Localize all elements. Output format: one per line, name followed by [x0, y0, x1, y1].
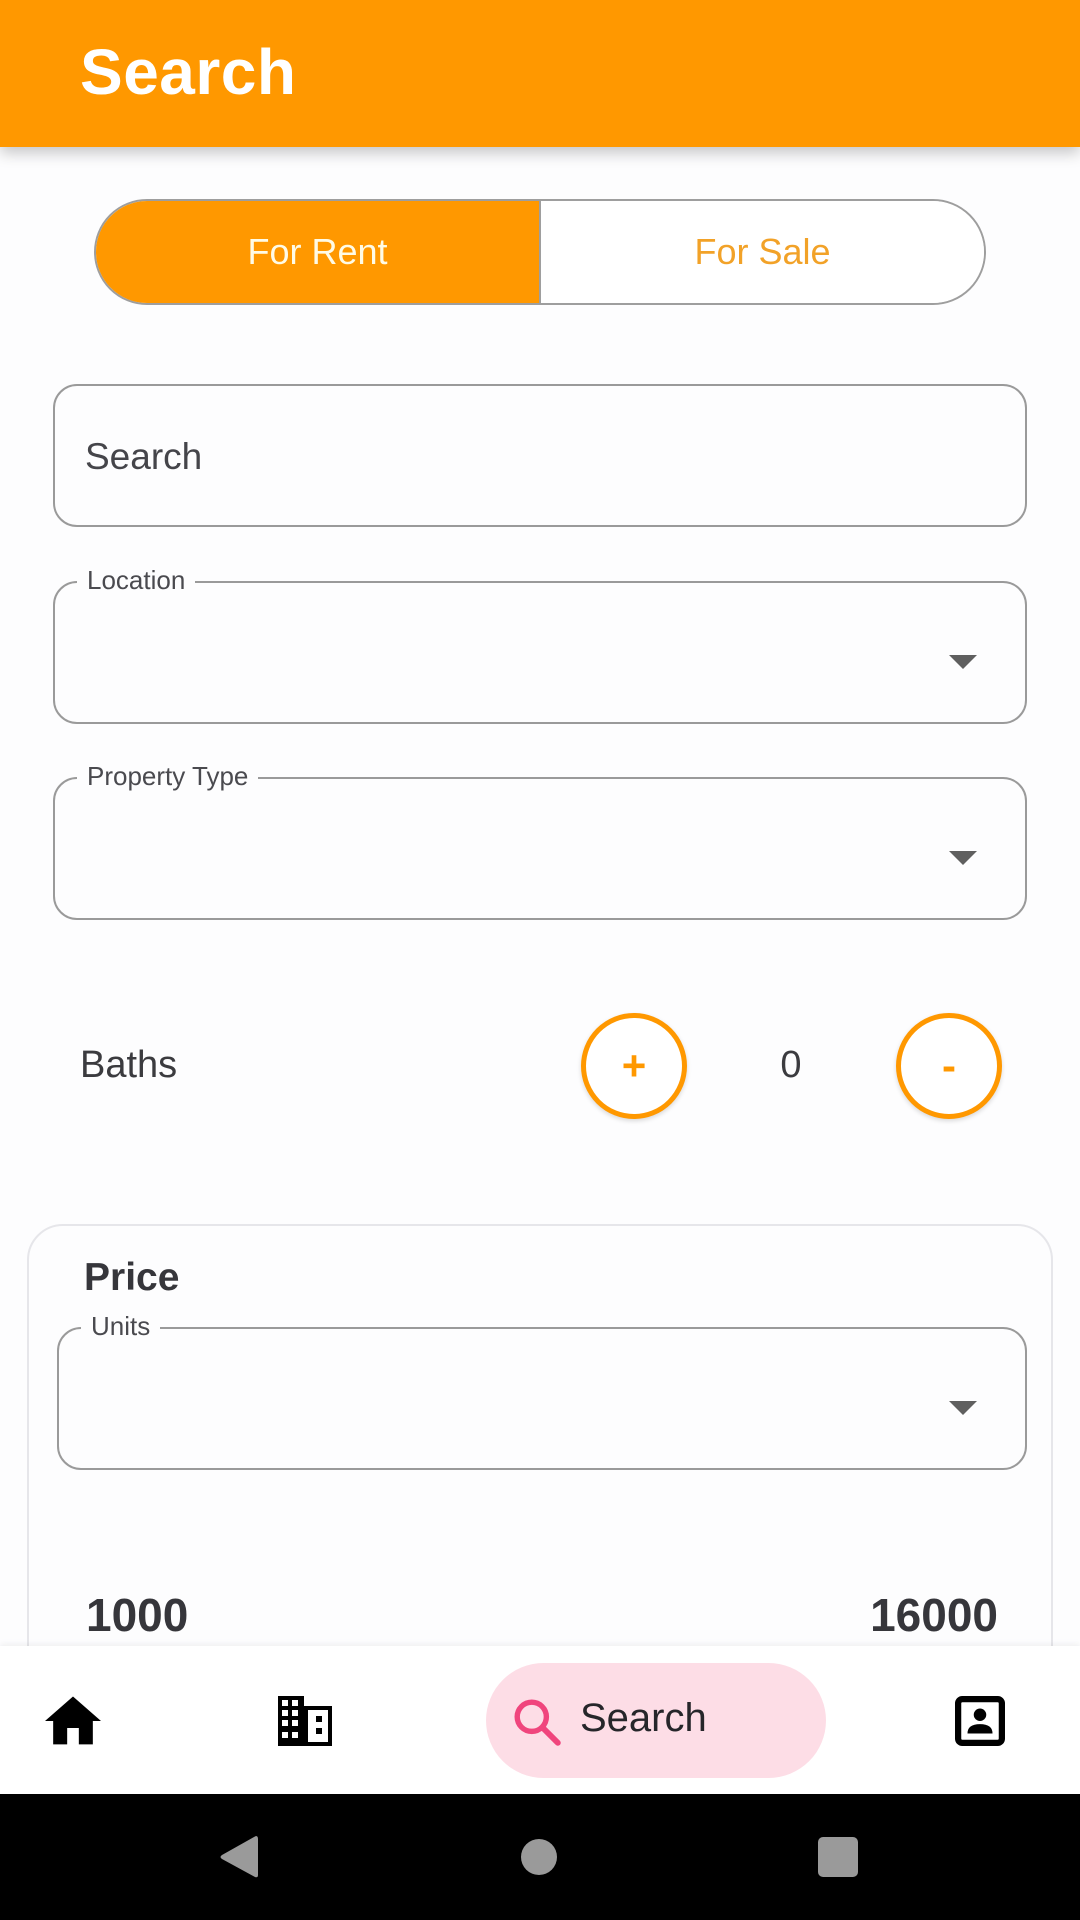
units-dropdown[interactable]: Units	[57, 1311, 1027, 1470]
price-range-min: 1000	[86, 1589, 189, 1641]
home-icon	[45, 1696, 101, 1745]
minus-icon: -	[942, 1042, 956, 1089]
nav-item-search[interactable]: Search	[486, 1663, 826, 1778]
dropdown-arrow-icon	[949, 655, 977, 669]
units-label: Units	[81, 1311, 161, 1341]
dropdown-arrow-icon	[949, 851, 977, 865]
building-icon	[278, 1696, 332, 1746]
plus-icon: +	[621, 1042, 647, 1089]
nav-item-properties[interactable]	[266, 1682, 344, 1760]
page-title: Search	[80, 36, 297, 108]
contact-portrait-icon	[955, 1696, 1005, 1746]
recents-icon[interactable]	[817, 1836, 859, 1878]
nav-search-label: Search	[580, 1696, 707, 1740]
bottom-navigation: Search	[0, 1646, 1080, 1794]
baths-label: Baths	[80, 1044, 178, 1086]
increment-baths-button[interactable]: +	[581, 1013, 687, 1119]
search-placeholder: Search	[85, 436, 203, 477]
property-type-dropdown[interactable]: Property Type	[53, 761, 1027, 920]
nav-item-profile[interactable]	[941, 1682, 1019, 1760]
back-icon[interactable]	[218, 1834, 260, 1880]
location-label: Location	[77, 565, 196, 595]
for-rent-option[interactable]: For Rent	[96, 201, 541, 303]
price-range-max: 16000	[870, 1589, 998, 1641]
location-dropdown[interactable]: Location	[53, 565, 1027, 724]
price-title: Price	[84, 1256, 180, 1299]
search-input[interactable]: Search	[53, 384, 1027, 527]
app-bar: Search	[0, 0, 1080, 147]
dropdown-arrow-icon	[949, 1401, 977, 1415]
home-circle-icon[interactable]	[520, 1838, 558, 1876]
search-icon	[514, 1699, 561, 1746]
system-navigation-bar	[0, 1794, 1080, 1920]
nav-item-home[interactable]	[34, 1682, 112, 1760]
listing-type-toggle: For Rent For Sale	[94, 199, 986, 305]
for-sale-option[interactable]: For Sale	[541, 201, 984, 303]
property-type-label: Property Type	[77, 761, 259, 791]
baths-count: 0	[780, 1044, 802, 1086]
decrement-baths-button[interactable]: -	[896, 1013, 1002, 1119]
